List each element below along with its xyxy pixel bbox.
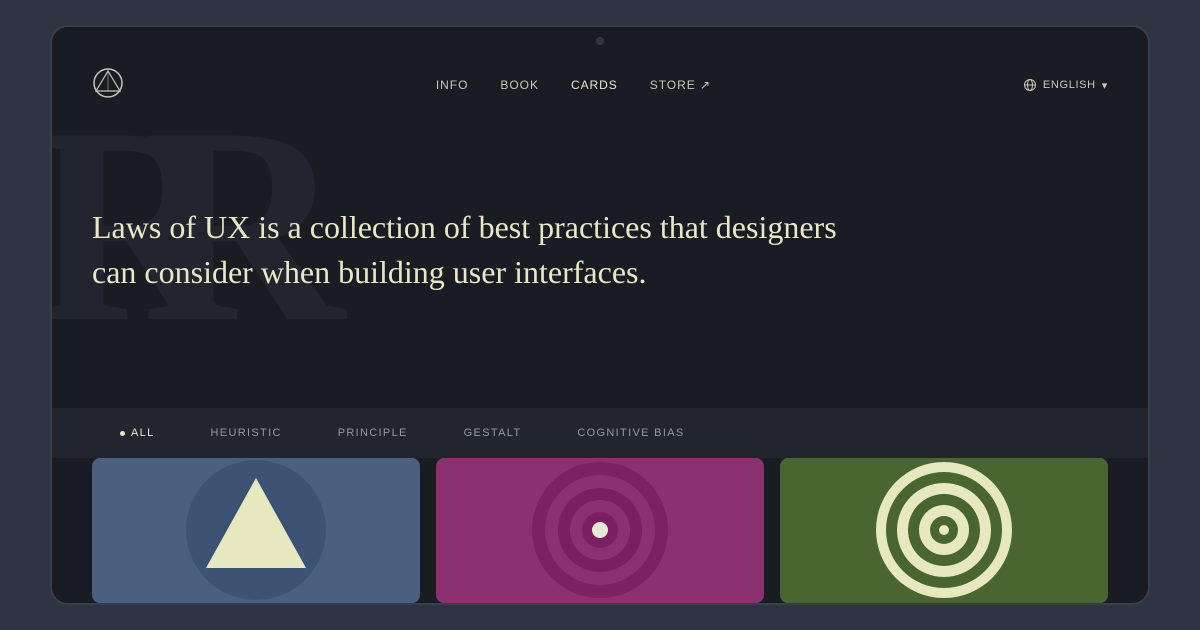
device-top-bar — [52, 27, 1148, 55]
filter-heuristic[interactable]: HEURISTIC — [183, 408, 310, 458]
card-1[interactable] — [92, 458, 420, 603]
filter-all-label: ALL — [131, 427, 155, 439]
device-frame: INFO BOOK CARDS STORE ↗ ENGLISH ▾ R R La… — [50, 25, 1150, 605]
filter-all[interactable]: ALL — [92, 408, 183, 458]
filter-gestalt[interactable]: GESTALT — [436, 408, 550, 458]
card-2[interactable] — [436, 458, 764, 603]
filter-cognitive-bias[interactable]: COGNITIVE BIAS — [549, 408, 712, 458]
device-camera — [596, 37, 604, 45]
filter-heuristic-label: HEURISTIC — [211, 427, 282, 439]
nav-info[interactable]: INFO — [436, 78, 469, 92]
filter-cognitive-bias-label: COGNITIVE BIAS — [577, 427, 684, 439]
hero-section: R R Laws of UX is a collection of best p… — [52, 115, 1148, 408]
filter-bar: ALL HEURISTIC PRINCIPLE GESTALT COGNITIV… — [52, 408, 1148, 458]
hero-headline: Laws of UX is a collection of best pract… — [92, 205, 852, 295]
cards-grid — [52, 458, 1148, 603]
screen: INFO BOOK CARDS STORE ↗ ENGLISH ▾ R R La… — [52, 55, 1148, 603]
filter-principle[interactable]: PRINCIPLE — [310, 408, 436, 458]
nav-language[interactable]: ENGLISH ▾ — [1023, 78, 1108, 92]
language-label: ENGLISH — [1043, 79, 1096, 91]
globe-icon — [1023, 78, 1037, 92]
logo[interactable] — [92, 67, 124, 104]
nav-links: INFO BOOK CARDS STORE ↗ — [436, 78, 711, 92]
filter-principle-label: PRINCIPLE — [338, 427, 408, 439]
navbar: INFO BOOK CARDS STORE ↗ ENGLISH ▾ — [52, 55, 1148, 115]
card-3-graphic — [780, 458, 1108, 603]
nav-book[interactable]: BOOK — [500, 78, 539, 92]
nav-cards[interactable]: CARDS — [571, 78, 618, 92]
card-1-graphic — [92, 458, 420, 603]
card-2-graphic — [436, 458, 764, 603]
card-3[interactable] — [780, 458, 1108, 603]
language-caret: ▾ — [1102, 79, 1108, 92]
filter-gestalt-label: GESTALT — [464, 427, 522, 439]
filter-dot — [120, 431, 125, 436]
nav-store[interactable]: STORE ↗ — [650, 78, 711, 92]
